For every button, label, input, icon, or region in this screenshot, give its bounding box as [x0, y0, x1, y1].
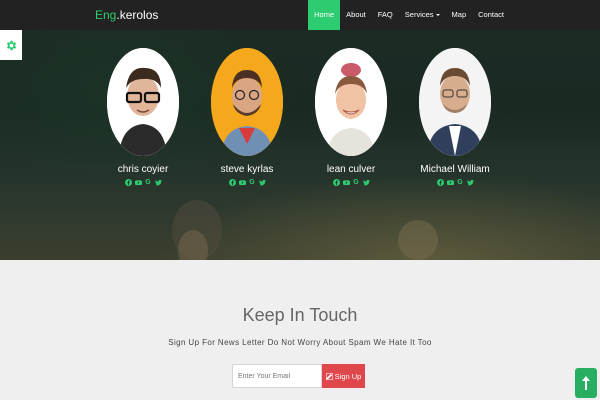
team-member: chris coyier G [88, 48, 198, 186]
facebook-icon[interactable] [436, 179, 444, 186]
social-links: G [296, 179, 406, 186]
avatar [419, 48, 491, 156]
settings-toggle[interactable] [0, 30, 22, 60]
member-name: Michael William [420, 164, 490, 175]
nav-contact[interactable]: Contact [472, 0, 510, 30]
avatar [211, 48, 283, 156]
team-member: Michael William G [400, 48, 510, 186]
google-icon[interactable]: G [249, 179, 256, 186]
gear-icon [6, 40, 16, 50]
arrow-up-icon [582, 376, 590, 390]
youtube-icon[interactable] [134, 179, 142, 186]
team-section: chris coyier G steve kyrlas G lean culve… [0, 30, 600, 260]
email-input[interactable] [232, 364, 322, 388]
brand-logo[interactable]: Eng.kerolos [95, 8, 158, 22]
scroll-top-button[interactable] [575, 368, 597, 398]
social-links: G [88, 179, 198, 186]
nav-services[interactable]: Services [399, 0, 446, 30]
avatar [107, 48, 179, 156]
nav-about[interactable]: About [340, 0, 372, 30]
twitter-icon[interactable] [154, 179, 162, 186]
facebook-icon[interactable] [124, 179, 132, 186]
avatar [315, 48, 387, 156]
brand-rest: .kerolos [116, 8, 159, 22]
social-links: G [400, 179, 510, 186]
team-member: steve kyrlas G [192, 48, 302, 186]
caret-down-icon [435, 14, 440, 17]
edit-icon [325, 372, 333, 380]
google-icon[interactable]: G [457, 179, 464, 186]
nav-faq[interactable]: FAQ [372, 0, 399, 30]
brand-accent: Eng [95, 8, 117, 22]
newsletter-form: Sign Up [232, 364, 365, 388]
google-icon[interactable]: G [353, 179, 360, 186]
member-name: steve kyrlas [220, 164, 274, 175]
twitter-icon[interactable] [258, 179, 266, 186]
main-nav: Home About FAQ Services Map Contact [308, 0, 510, 30]
team-member: lean culver G [296, 48, 406, 186]
section-title: Keep In Touch [242, 305, 358, 325]
background-figure [398, 220, 438, 260]
youtube-icon[interactable] [342, 179, 350, 186]
signup-button[interactable]: Sign Up [322, 364, 365, 388]
nav-home[interactable]: Home [308, 0, 341, 30]
navbar: Eng.kerolos Home About FAQ Services Map … [0, 0, 600, 30]
member-name: chris coyier [117, 164, 169, 175]
section-subtitle: Sign Up For News Letter Do Not Worry Abo… [168, 338, 432, 347]
google-icon[interactable]: G [145, 179, 152, 186]
twitter-icon[interactable] [362, 179, 370, 186]
twitter-icon[interactable] [466, 179, 474, 186]
nav-services-label: Services [404, 10, 434, 19]
member-name: lean culver [326, 164, 376, 175]
facebook-icon[interactable] [332, 179, 340, 186]
youtube-icon[interactable] [238, 179, 246, 186]
nav-map[interactable]: Map [446, 0, 473, 30]
facebook-icon[interactable] [228, 179, 236, 186]
signup-label: Sign Up [334, 371, 362, 381]
social-links: G [192, 179, 302, 186]
newsletter-section: Keep In Touch Sign Up For News Letter Do… [0, 260, 600, 400]
youtube-icon[interactable] [446, 179, 454, 186]
